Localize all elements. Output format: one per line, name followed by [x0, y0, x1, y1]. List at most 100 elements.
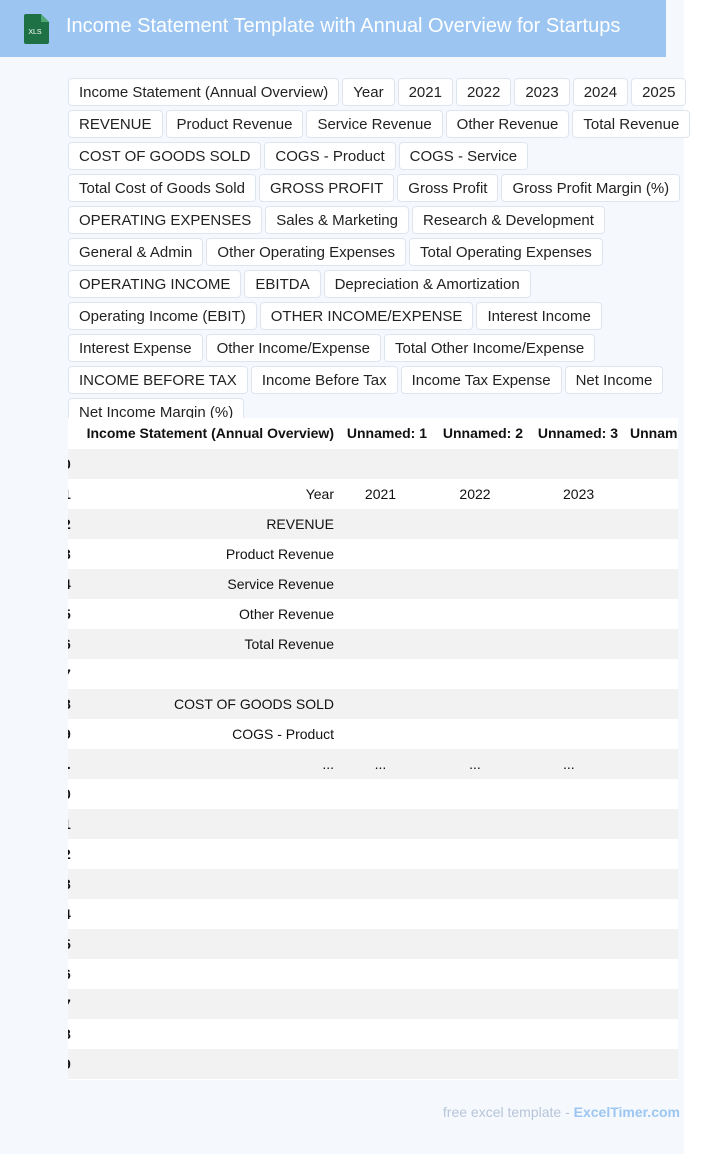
- table-cell: Year: [305, 486, 334, 502]
- table-cell: Other Revenue: [239, 606, 334, 622]
- column-tag[interactable]: Other Income/Expense: [205, 334, 381, 362]
- column-tag[interactable]: EBITDA: [244, 270, 321, 298]
- table-row: 4Service Revenue: [68, 569, 678, 599]
- table-cell: ...: [374, 756, 387, 772]
- table-cell: [523, 719, 677, 749]
- table-cell: [427, 989, 523, 1019]
- table-row: 3Product Revenue: [68, 539, 678, 569]
- column-tag[interactable]: COGS - Service: [398, 142, 529, 170]
- footer-brand-link[interactable]: ExcelTimer.com: [574, 1104, 680, 1120]
- column-tag[interactable]: Other Operating Expenses: [206, 238, 407, 266]
- column-tag[interactable]: Income Before Tax: [250, 366, 398, 394]
- table-row: 5: [68, 929, 678, 959]
- table-cell: [523, 569, 677, 599]
- table-row: 4: [68, 899, 678, 929]
- column-tag[interactable]: Interest Expense: [68, 334, 203, 362]
- column-tag[interactable]: COST OF GOODS SOLD: [68, 142, 262, 170]
- column-tag[interactable]: Research & Development: [412, 206, 605, 234]
- column-tag[interactable]: Depreciation & Amortization: [323, 270, 531, 298]
- column-tag[interactable]: 2021: [397, 78, 453, 106]
- table-cell: ...: [563, 756, 575, 772]
- table-cell: [334, 809, 427, 839]
- column-tag[interactable]: Total Revenue: [572, 110, 691, 138]
- table-cell: [427, 779, 523, 809]
- column-tag[interactable]: COGS - Product: [264, 142, 396, 170]
- table-cell: [427, 929, 523, 959]
- table-cell: [334, 899, 427, 929]
- table-cell: [523, 539, 677, 569]
- column-tag[interactable]: 2024: [572, 78, 629, 106]
- table-cell: [523, 929, 677, 959]
- xls-icon-label: XLS: [28, 29, 42, 36]
- table-cell: ...: [469, 756, 481, 772]
- column-tag[interactable]: Income Tax Expense: [400, 366, 562, 394]
- column-tag[interactable]: Sales & Marketing: [265, 206, 409, 234]
- column-tag[interactable]: Gross Profit: [397, 174, 499, 202]
- column-tag[interactable]: Product Revenue: [165, 110, 304, 138]
- column-tag[interactable]: General & Admin: [68, 238, 204, 266]
- table-cell: [68, 929, 334, 959]
- table-cell: [427, 809, 523, 839]
- table-cell: [427, 839, 523, 869]
- table-row: 8COST OF GOODS SOLD: [68, 689, 678, 719]
- table-cell: [334, 719, 427, 749]
- table-cell: 2021: [364, 486, 397, 502]
- column-tag[interactable]: Total Other Income/Expense: [384, 334, 596, 362]
- table-row: 0: [68, 779, 678, 809]
- table-row: 6Total Revenue: [68, 629, 678, 659]
- column-tag[interactable]: Income Statement (Annual Overview): [68, 78, 340, 106]
- column-tag[interactable]: Total Operating Expenses: [409, 238, 603, 266]
- table-cell: 2023: [563, 486, 595, 502]
- table-cell: REVENUE: [266, 516, 334, 532]
- table-cell: [523, 509, 677, 539]
- column-tag[interactable]: REVENUE: [68, 110, 163, 138]
- table-row: ..............: [68, 749, 678, 779]
- table-cell: [68, 659, 334, 689]
- table-row: 8: [68, 1019, 678, 1049]
- table-cell: [334, 629, 427, 659]
- table-cell: Service Revenue: [227, 576, 334, 592]
- column-tag[interactable]: Operating Income (EBIT): [68, 302, 257, 330]
- column-tag[interactable]: 2023: [514, 78, 570, 106]
- table-cell: [523, 989, 677, 1019]
- table-row: 1Year202120222023: [68, 479, 678, 509]
- column-tag[interactable]: Gross Profit Margin (%): [501, 174, 681, 202]
- page-title: Income Statement Template with Annual Ov…: [66, 15, 621, 37]
- column-tag[interactable]: 2025: [631, 78, 687, 106]
- footer-prefix: free excel template -: [442, 1104, 574, 1120]
- table-cell: [68, 1049, 334, 1079]
- column-header: Unnamed: 1: [346, 425, 427, 441]
- column-tag[interactable]: OPERATING INCOME: [68, 270, 242, 298]
- table-cell: [427, 869, 523, 899]
- page-header: XLS Income Statement Template with Annua…: [0, 0, 666, 57]
- column-tag[interactable]: OTHER INCOME/EXPENSE: [259, 302, 474, 330]
- table-header: Income Statement (Annual Overview) Unnam…: [68, 418, 678, 450]
- table-cell: [427, 1019, 523, 1049]
- column-tag[interactable]: Net Income: [564, 366, 664, 394]
- column-tag[interactable]: Year: [342, 78, 395, 106]
- column-tag[interactable]: Interest Income: [476, 302, 602, 330]
- table-cell: [523, 809, 677, 839]
- column-tag[interactable]: GROSS PROFIT: [258, 174, 395, 202]
- table-cell: [523, 869, 677, 899]
- table-cell: [334, 449, 427, 479]
- column-tag[interactable]: 2022: [455, 78, 512, 106]
- table-cell: [427, 569, 523, 599]
- table-cell: [334, 779, 427, 809]
- table-cell: [334, 569, 427, 599]
- column-header: Unnamed: 3: [537, 425, 618, 441]
- column-tag[interactable]: Total Cost of Goods Sold: [68, 174, 256, 202]
- table-cell: Total Revenue: [244, 636, 334, 652]
- table-row: 5Other Revenue: [68, 599, 678, 629]
- column-tag[interactable]: Service Revenue: [306, 110, 443, 138]
- column-tag[interactable]: Other Revenue: [445, 110, 570, 138]
- column-tag[interactable]: INCOME BEFORE TAX: [68, 366, 248, 394]
- table-row: 7: [68, 989, 678, 1019]
- column-tags: Income Statement (Annual Overview) Year 20…: [68, 78, 700, 430]
- table-cell: [334, 989, 427, 1019]
- table-cell: COST OF GOODS SOLD: [174, 696, 334, 712]
- table-row: 0: [68, 449, 678, 479]
- table-cell: [334, 689, 427, 719]
- table-cell: [68, 779, 334, 809]
- column-tag[interactable]: OPERATING EXPENSES: [68, 206, 263, 234]
